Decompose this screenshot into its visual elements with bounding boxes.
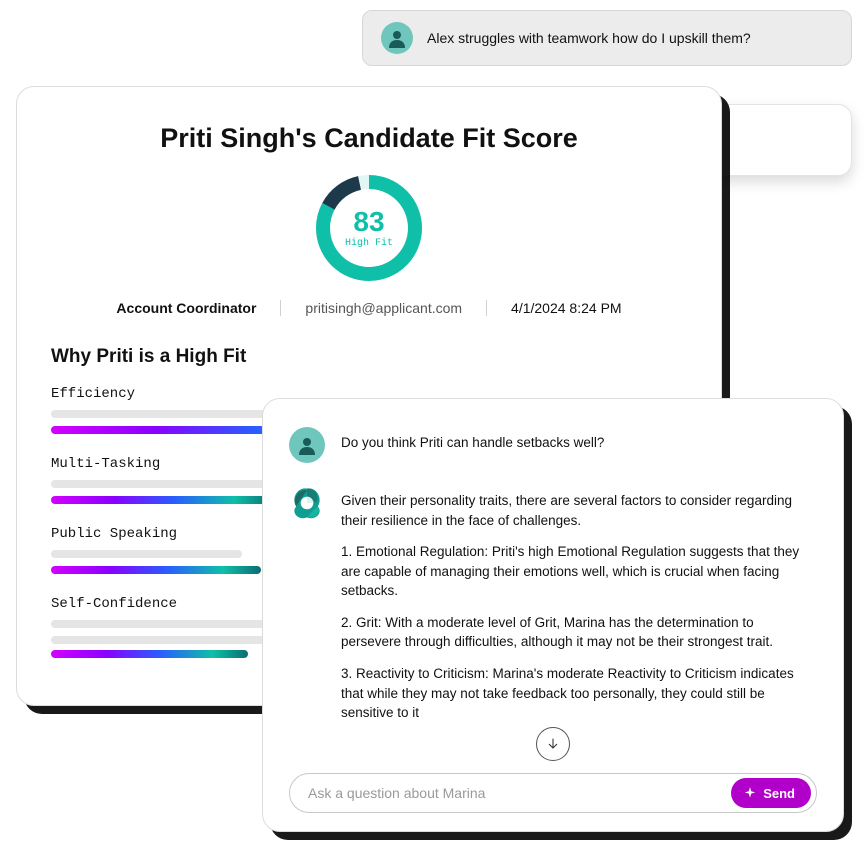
ai-logo-icon	[289, 485, 325, 521]
user-avatar-icon	[289, 427, 325, 463]
send-button[interactable]: Send	[731, 778, 811, 808]
ai-paragraph: 3. Reactivity to Criticism: Marina's mod…	[341, 664, 817, 723]
sparkle-icon	[743, 786, 757, 800]
chat-panel: Do you think Priti can handle setbacks w…	[262, 398, 844, 832]
arrow-down-icon	[545, 736, 561, 752]
send-button-label: Send	[763, 786, 795, 801]
scroll-down-button[interactable]	[536, 727, 570, 761]
skill-bar	[51, 566, 261, 574]
ai-paragraph: 1. Emotional Regulation: Priti's high Em…	[341, 542, 817, 601]
fit-score-gauge: 83 High Fit	[313, 172, 425, 284]
score-value: 83	[353, 208, 384, 236]
chat-message-ai: Given their personality traits, there ar…	[289, 485, 817, 723]
user-avatar-icon	[381, 22, 413, 54]
suggestion-text: Alex struggles with teamwork how do I up…	[427, 30, 751, 46]
skill-bar	[51, 650, 248, 658]
candidate-meta-row: Account Coordinator pritisingh@applicant…	[51, 300, 687, 316]
skill-bar	[51, 496, 274, 504]
ai-paragraph: Given their personality traits, there ar…	[341, 491, 817, 530]
skill-text-placeholder	[51, 636, 280, 644]
scorecard-title: Priti Singh's Candidate Fit Score	[51, 123, 687, 154]
candidate-timestamp: 4/1/2024 8:24 PM	[487, 300, 646, 316]
why-fit-heading: Why Priti is a High Fit	[51, 346, 687, 368]
candidate-role: Account Coordinator	[92, 300, 281, 316]
chat-input-container: Send	[289, 773, 817, 813]
skill-text-placeholder	[51, 550, 242, 558]
ai-paragraph: 2. Grit: With a moderate level of Grit, …	[341, 613, 817, 652]
suggestion-chat-pill: Alex struggles with teamwork how do I up…	[362, 10, 852, 66]
user-message-text: Do you think Priti can handle setbacks w…	[341, 427, 604, 463]
candidate-email: pritisingh@applicant.com	[281, 300, 487, 316]
score-label: High Fit	[345, 238, 393, 249]
chat-message-user: Do you think Priti can handle setbacks w…	[289, 427, 817, 463]
chat-text-input[interactable]	[308, 785, 721, 801]
ai-message-text: Given their personality traits, there ar…	[341, 485, 817, 723]
